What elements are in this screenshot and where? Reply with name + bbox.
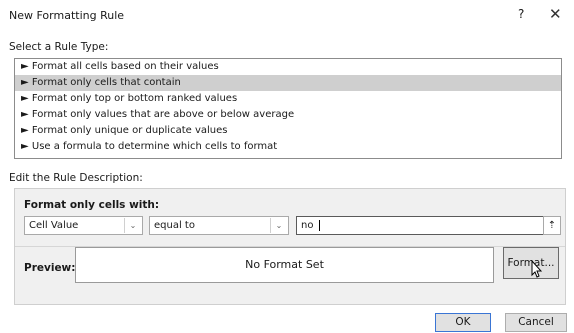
close-button[interactable]: ✕	[549, 5, 562, 23]
operator-value: equal to	[154, 220, 195, 231]
mouse-pointer-icon	[531, 259, 543, 282]
chevron-down-icon[interactable]: ⌄	[124, 218, 141, 233]
operator-select[interactable]: equal to ⌄	[149, 216, 289, 235]
rule-type-item[interactable]: ► Format only values that are above or b…	[15, 107, 561, 123]
value-text: no	[301, 220, 314, 231]
rule-type-item-selected[interactable]: ► Format only cells that contain	[15, 75, 561, 91]
format-only-cells-label: Format only cells with:	[24, 199, 160, 211]
select-rule-type-label: Select a Rule Type:	[9, 41, 109, 53]
rule-type-item[interactable]: ► Format only unique or duplicate values	[15, 123, 561, 139]
ok-button[interactable]: OK	[435, 313, 491, 332]
condition-type-value: Cell Value	[29, 220, 79, 231]
cancel-button[interactable]: Cancel	[505, 313, 567, 332]
rule-type-list[interactable]: ► Format all cells based on their values…	[14, 58, 562, 159]
rule-type-item[interactable]: ► Format only top or bottom ranked value…	[15, 91, 561, 107]
help-button[interactable]: ?	[518, 7, 524, 21]
condition-type-select[interactable]: Cell Value ⌄	[24, 216, 143, 235]
preview-label: Preview:	[24, 262, 76, 274]
rule-description-panel: Format only cells with: Cell Value ⌄ equ…	[14, 188, 566, 305]
chevron-down-icon[interactable]: ⌄	[270, 218, 287, 233]
title-bar: New Formatting Rule ? ✕	[0, 0, 574, 32]
text-caret	[319, 220, 320, 231]
preview-box: No Format Set	[75, 247, 494, 283]
new-formatting-rule-dialog: New Formatting Rule ? ✕ Select a Rule Ty…	[0, 0, 574, 333]
edit-rule-description-label: Edit the Rule Description:	[9, 172, 143, 184]
dialog-title: New Formatting Rule	[9, 9, 125, 22]
value-input[interactable]: no	[296, 216, 544, 235]
rule-type-item[interactable]: ► Use a formula to determine which cells…	[15, 139, 561, 155]
rule-type-item[interactable]: ► Format all cells based on their values	[15, 59, 561, 75]
collapse-dialog-button[interactable]: ⇡	[543, 216, 561, 235]
